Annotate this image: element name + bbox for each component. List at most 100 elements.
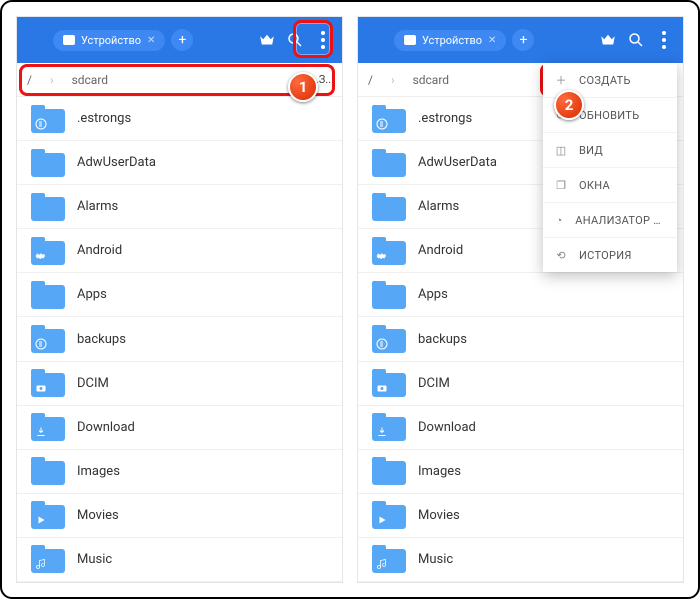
folder-icon: [372, 237, 406, 265]
folder-badge-icon: [34, 293, 48, 307]
folder-row[interactable]: Download: [358, 406, 683, 450]
search-icon[interactable]: [284, 29, 306, 51]
hamburger-icon[interactable]: [366, 29, 388, 51]
folder-row[interactable]: Alarms: [17, 185, 342, 229]
folder-icon: [31, 149, 65, 177]
folder-name: Music: [77, 552, 112, 567]
folder-row[interactable]: DCIM: [17, 362, 342, 406]
folder-name: .estrongs: [418, 111, 472, 126]
menu-item-windows[interactable]: ❐ОКНА: [543, 168, 677, 203]
folder-badge-icon: [34, 557, 48, 571]
folder-badge-icon: [375, 513, 389, 527]
folder-name: Alarms: [77, 199, 118, 214]
more-menu-icon[interactable]: [653, 29, 675, 51]
folder-badge-icon: [34, 117, 48, 131]
folder-name: Download: [418, 420, 476, 435]
folder-badge-icon: [375, 425, 389, 439]
folder-row[interactable]: Apps: [17, 273, 342, 317]
menu-item-view[interactable]: ◫ ВИД: [543, 133, 677, 168]
folder-badge-icon: [375, 469, 389, 483]
location-chip[interactable]: Устройство ✕: [53, 30, 165, 51]
folder-name: backups: [418, 332, 467, 347]
folder-badge-icon: [375, 205, 389, 219]
menu-item-label: СОЗДАТЬ: [579, 74, 631, 87]
folder-row[interactable]: AdwUserData: [17, 141, 342, 185]
folder-name: DCIM: [77, 376, 109, 391]
folder-icon: [372, 369, 406, 397]
history-icon: ⟲: [553, 247, 569, 263]
folder-badge-icon: [34, 205, 48, 219]
folder-badge-icon: [34, 337, 48, 351]
folder-badge-icon: [375, 381, 389, 395]
add-tab-button[interactable]: +: [512, 29, 534, 51]
folder-name: Movies: [418, 508, 460, 523]
premium-crown-icon[interactable]: [256, 29, 278, 51]
hamburger-icon[interactable]: [25, 29, 47, 51]
folder-icon: [372, 501, 406, 529]
menu-item-label: АНАЛИЗАТОР ФАЙЛ...: [575, 214, 667, 227]
folder-row[interactable]: Images: [358, 450, 683, 494]
folder-name: Music: [418, 552, 453, 567]
folder-name: Movies: [77, 508, 119, 523]
chevron-right-icon: ›: [50, 73, 54, 87]
breadcrumb-path[interactable]: sdcard: [413, 73, 450, 87]
folder-icon: [31, 237, 65, 265]
folder-badge-icon: [375, 161, 389, 175]
folder-row[interactable]: backups: [17, 317, 342, 361]
folder-row[interactable]: Images: [17, 450, 342, 494]
folder-row[interactable]: DCIM: [358, 362, 683, 406]
premium-crown-icon[interactable]: [597, 29, 619, 51]
breadcrumb-root[interactable]: /: [368, 73, 373, 87]
location-label: Устройство: [81, 34, 141, 47]
sdcard-icon: [404, 35, 416, 45]
folder-row[interactable]: Apps: [358, 273, 683, 317]
breadcrumb-root[interactable]: /: [27, 73, 32, 87]
folder-icon: [31, 325, 65, 353]
folder-row[interactable]: Android: [17, 229, 342, 273]
close-tab-icon[interactable]: ✕: [147, 35, 155, 46]
breadcrumb-path[interactable]: sdcard: [72, 73, 109, 87]
sdcard-icon: [63, 35, 75, 45]
folder-icon: [372, 149, 406, 177]
close-tab-icon[interactable]: ✕: [488, 35, 496, 46]
folder-name: Images: [418, 464, 461, 479]
menu-item-analyzer[interactable]: ◔ АНАЛИЗАТОР ФАЙЛ...: [543, 203, 677, 238]
folder-row[interactable]: Movies: [358, 494, 683, 538]
folder-badge-icon: [375, 337, 389, 351]
folder-name: Android: [77, 243, 122, 258]
folder-icon: [31, 457, 65, 485]
view-icon: ◫: [553, 142, 569, 158]
folder-badge-icon: [34, 469, 48, 483]
folder-name: backups: [77, 332, 126, 347]
folder-row[interactable]: Download: [17, 406, 342, 450]
more-menu-icon[interactable]: [312, 29, 334, 51]
menu-item-label: ВИД: [579, 144, 603, 157]
folder-badge-icon: [375, 293, 389, 307]
phone-right: Устройство ✕ + / › sdcard .estrongsAdwUs…: [357, 16, 684, 583]
location-chip[interactable]: Устройство ✕: [394, 30, 506, 51]
folder-icon: [31, 413, 65, 441]
folder-row[interactable]: Movies: [17, 494, 342, 538]
folder-icon: [31, 501, 65, 529]
search-icon[interactable]: [625, 29, 647, 51]
folder-name: Apps: [77, 287, 107, 302]
folder-name: Android: [418, 243, 463, 258]
menu-item-history[interactable]: ⟲ИСТОРИЯ: [543, 238, 677, 272]
folder-row[interactable]: backups: [358, 317, 683, 361]
folder-badge-icon: [34, 161, 48, 175]
analyzer-icon: ◔: [553, 212, 565, 228]
folder-icon: [372, 193, 406, 221]
folder-name: Download: [77, 420, 135, 435]
folder-icon: [31, 281, 65, 309]
folder-row[interactable]: Music: [358, 538, 683, 582]
folder-icon: [372, 281, 406, 309]
add-tab-button[interactable]: +: [171, 29, 193, 51]
folder-name: Apps: [418, 287, 448, 302]
windows-icon: ❐: [553, 177, 569, 193]
folder-badge-icon: [34, 249, 48, 263]
folder-row[interactable]: .estrongs: [17, 97, 342, 141]
folder-badge-icon: [375, 557, 389, 571]
annotation-badge-1: 1: [288, 72, 318, 102]
file-list-left[interactable]: .estrongsAdwUserData Alarms Android Apps bac…: [17, 97, 342, 582]
folder-row[interactable]: Music: [17, 538, 342, 582]
